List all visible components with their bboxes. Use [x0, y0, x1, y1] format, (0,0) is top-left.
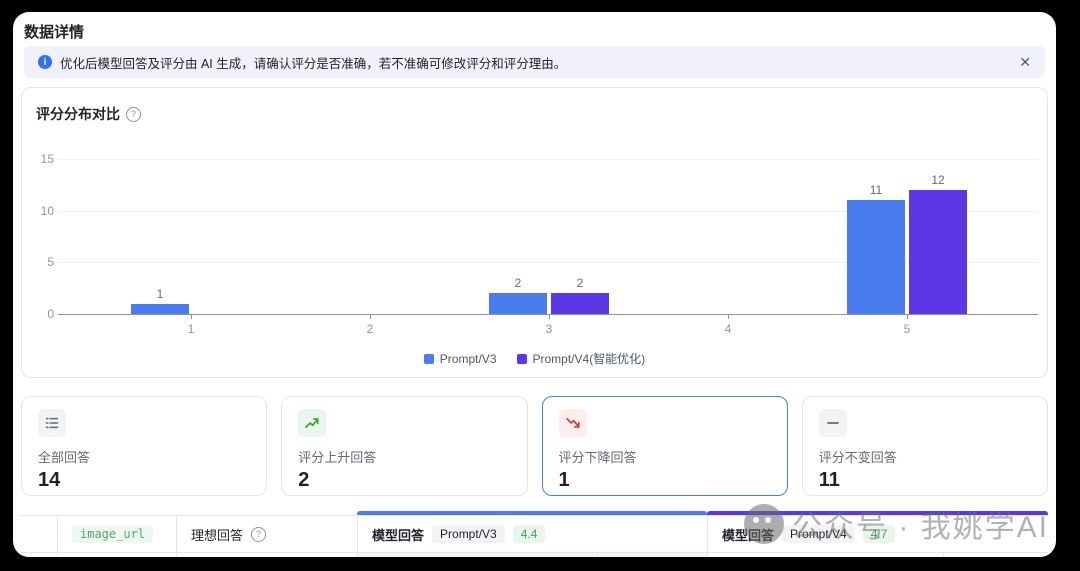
bar-chart: 0 5 10 15 1 2 3 4 5 1 2 11 2 12 [22, 128, 1047, 340]
legend-label: Prompt/V3 [439, 351, 497, 366]
x-tick-mark [728, 315, 729, 319]
chart-legend: Prompt/V3 Prompt/V4(智能优化) [22, 350, 1047, 367]
x-tick-mark [907, 315, 908, 319]
card-all-answers[interactable]: 全部回答 14 [21, 396, 268, 496]
banner-message: 优化后模型回答及评分由 AI 生成，请确认评分是否准确，若不准确可修改评分和评分… [60, 56, 567, 71]
prompt-v4-tag: Prompt/V4 [782, 525, 855, 543]
stat-value: 1 [558, 469, 570, 491]
x-tick-mark [549, 315, 550, 319]
v3-score-badge: 4.4 [512, 525, 546, 543]
chart-help-icon[interactable]: ? [126, 106, 141, 122]
data-detail-panel: 数据详情 i 优化后模型回答及评分由 AI 生成，请确认评分是否准确，若不准确可… [13, 12, 1056, 557]
x-tick-label: 4 [724, 322, 732, 336]
x-axis-line [58, 314, 1038, 315]
gridline [58, 159, 1038, 160]
close-icon[interactable]: ✕ [1019, 55, 1031, 69]
card-score-up-answers[interactable]: 评分上升回答 2 [281, 396, 528, 496]
ideal-answer-help-icon[interactable]: ? [251, 526, 267, 542]
bar-value-label: 11 [869, 183, 883, 197]
table-header-row: image_url 理想回答 ? 模型回答 Prompt/V3 4.4 模型回答… [20, 515, 1048, 553]
y-tick-label: 10 [40, 204, 54, 218]
table-header-ideal-answer: 理想回答 ? [176, 516, 357, 552]
table-row[interactable] [20, 553, 1048, 557]
table-header-model-v4: 模型回答 Prompt/V4 4.7 [707, 516, 1048, 552]
x-tick-label: 1 [187, 322, 195, 336]
legend-item[interactable]: Prompt/V4(智能优化) [516, 350, 646, 367]
legend-swatch [516, 353, 527, 364]
chart-bar[interactable] [131, 304, 189, 314]
chart-title-row: 评分分布对比 ? [36, 104, 141, 124]
x-tick-mark [191, 315, 192, 319]
stat-label: 评分下降回答 [558, 450, 637, 465]
chart-bar[interactable] [847, 200, 905, 314]
stat-value: 2 [298, 469, 310, 491]
stat-label: 评分不变回答 [818, 450, 897, 465]
info-icon: i [38, 55, 52, 69]
stat-label: 评分上升回答 [298, 450, 377, 465]
chart-title: 评分分布对比 [36, 106, 120, 122]
legend-item[interactable]: Prompt/V3 [423, 351, 497, 366]
bar-value-label: 2 [514, 276, 522, 290]
stat-value: 14 [38, 469, 61, 491]
list-icon [38, 409, 66, 437]
legend-label: Prompt/V4(智能优化) [532, 352, 646, 366]
v4-score-badge: 4.7 [862, 525, 896, 543]
answers-table: image_url 理想回答 ? 模型回答 Prompt/V3 4.4 模型回答… [20, 511, 1048, 557]
legend-swatch [423, 353, 434, 364]
highlighted-cell [357, 553, 707, 557]
stat-cards-row: 全部回答 14 评分上升回答 2 评分下降回答 1 评分不变回答 11 [21, 396, 1048, 496]
minus-icon [818, 409, 847, 437]
y-tick-label: 15 [40, 152, 54, 166]
chart-bar[interactable] [551, 293, 609, 314]
trend-down-icon [558, 409, 587, 437]
table-header-image-url: image_url [57, 516, 176, 552]
image-url-tag: image_url [72, 525, 154, 543]
y-tick-label: 0 [47, 307, 54, 321]
prompt-v3-tag: Prompt/V3 [432, 525, 505, 543]
y-tick-label: 5 [47, 255, 54, 269]
x-tick-label: 2 [366, 322, 374, 336]
card-score-down-answers[interactable]: 评分下降回答 1 [541, 396, 788, 496]
x-tick-label: 3 [545, 322, 553, 336]
ai-notice-banner: i 优化后模型回答及评分由 AI 生成，请确认评分是否准确，若不准确可修改评分和… [24, 46, 1045, 78]
chart-bar[interactable] [489, 293, 547, 314]
score-distribution-panel: 评分分布对比 ? 0 5 10 15 1 2 3 4 5 1 2 11 2 12 Prompt/V3 Pro… [21, 87, 1048, 378]
trend-up-icon [298, 409, 327, 437]
bar-value-label: 1 [156, 287, 164, 301]
x-tick-label: 5 [903, 322, 911, 336]
x-tick-mark [370, 315, 371, 319]
stat-value: 11 [818, 469, 840, 491]
table-header-index [20, 516, 57, 552]
chart-bar[interactable] [909, 190, 967, 314]
bar-value-label: 12 [931, 173, 945, 187]
stat-label: 全部回答 [38, 450, 91, 465]
table-header-model-v3: 模型回答 Prompt/V3 4.4 [357, 516, 707, 552]
bar-value-label: 2 [576, 276, 584, 290]
page-title: 数据详情 [24, 24, 85, 41]
card-score-unchanged-answers[interactable]: 评分不变回答 11 [801, 396, 1048, 496]
